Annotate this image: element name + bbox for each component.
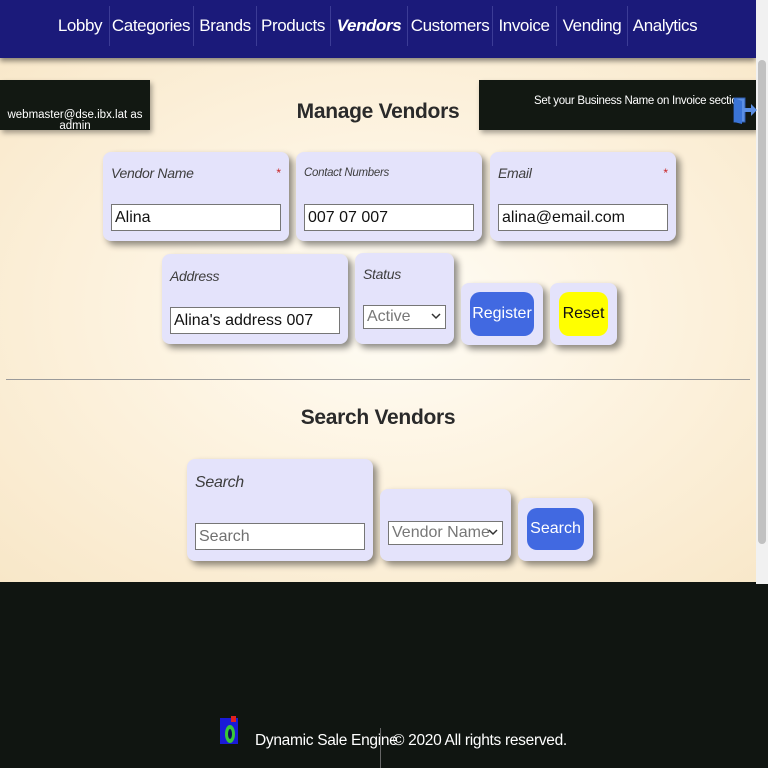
status-card: Status Active — [355, 253, 454, 344]
footer-brand: Dynamic Sale Engine — [255, 732, 398, 749]
address-card: Address Alina's address 007 — [162, 254, 348, 344]
search-filter-selected-value: Vendor Name — [392, 524, 490, 541]
reset-button-card: Reset — [550, 283, 617, 345]
nav-item-lobby[interactable]: Lobby — [52, 0, 108, 52]
status-select[interactable]: Active — [363, 305, 446, 329]
vendor-name-label: Vendor Name — [111, 165, 194, 181]
search-button[interactable]: Search — [527, 508, 584, 550]
vendor-name-card: Vendor Name * Alina — [103, 152, 289, 241]
nav-item-invoice[interactable]: Invoice — [493, 0, 555, 52]
nav-item-brands[interactable]: Brands — [194, 0, 256, 52]
contact-numbers-label: Contact Numbers — [304, 167, 389, 179]
nav-item-products[interactable]: Products — [257, 0, 329, 52]
nav-item-vending[interactable]: Vending — [557, 0, 627, 52]
required-marker: * — [276, 166, 281, 180]
search-filter-select[interactable]: Vendor Name — [388, 521, 503, 545]
address-input[interactable]: Alina's address 007 — [170, 307, 340, 334]
page-scrollbar[interactable] — [756, 0, 768, 584]
search-label: Search — [195, 474, 244, 491]
vendor-name-input[interactable]: Alina — [111, 204, 281, 231]
register-button-card: Register — [461, 283, 543, 345]
status-selected-value: Active — [367, 308, 411, 325]
business-name-text: Set your Business Name on Invoice sectio… — [534, 95, 744, 107]
footer-divider — [380, 728, 381, 768]
chevron-down-icon — [488, 529, 498, 536]
nav-item-customers[interactable]: Customers — [408, 0, 492, 52]
exit-door-icon[interactable] — [733, 96, 757, 124]
search-vendors-title: Search Vendors — [300, 406, 456, 429]
business-name-notice: Set your Business Name on Invoice sectio… — [479, 80, 756, 130]
scrollbar-thumb[interactable] — [758, 60, 766, 544]
search-card: Search Search — [187, 459, 373, 561]
user-role-line: admin — [59, 120, 91, 132]
search-filter-card: Vendor Name — [380, 489, 511, 561]
reset-button[interactable]: Reset — [559, 292, 608, 336]
contact-numbers-card: Contact Numbers 007 07 007 — [296, 152, 482, 241]
email-card: Email * alina@email.com — [490, 152, 676, 241]
search-input[interactable]: Search — [195, 523, 365, 550]
nav-item-analytics[interactable]: Analytics — [628, 0, 702, 52]
required-marker: * — [663, 166, 668, 180]
email-input[interactable]: alina@email.com — [498, 204, 668, 231]
chevron-down-icon — [431, 313, 441, 320]
dse-logo-icon — [220, 716, 238, 744]
register-button[interactable]: Register — [470, 292, 534, 336]
nav-item-categories[interactable]: Categories — [110, 0, 192, 52]
address-label: Address — [170, 268, 220, 284]
status-label: Status — [363, 266, 401, 282]
search-button-card: Search — [518, 498, 593, 561]
nav-item-vendors[interactable]: Vendors — [331, 0, 407, 52]
top-nav: Lobby Categories Brands Products Vendors… — [0, 0, 756, 58]
email-label: Email — [498, 165, 532, 181]
user-info-box: webmaster@dse.ibx.lat as admin — [0, 80, 150, 132]
footer-copyright: © 2020 All rights reserved. — [393, 732, 567, 749]
contact-numbers-input[interactable]: 007 07 007 — [304, 204, 474, 231]
section-divider — [6, 379, 750, 380]
